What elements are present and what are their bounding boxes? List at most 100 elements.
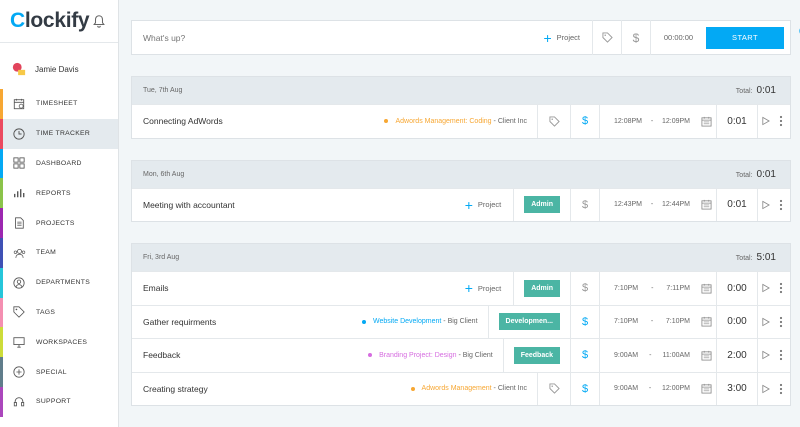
continue-button[interactable]: [758, 350, 772, 360]
add-project-button[interactable]: + Project: [543, 31, 580, 45]
project-color-dot: [410, 386, 415, 391]
sidebar-item-label: TIME TRACKER: [36, 130, 91, 138]
date-picker-button[interactable]: [696, 350, 716, 361]
description-input[interactable]: [132, 32, 544, 43]
entry-project[interactable]: Adwords Management - Client Inc: [410, 385, 527, 392]
more-vertical-icon: [779, 283, 783, 294]
billable-toggle[interactable]: $: [622, 31, 650, 45]
dollar-icon: $: [581, 115, 589, 128]
avatar: [12, 62, 26, 76]
timer-display: 00:00:00: [663, 33, 694, 42]
sidebar-item-label: TEAM: [36, 249, 57, 257]
plus-icon: +: [464, 196, 473, 213]
more-vertical-icon: [779, 350, 783, 361]
sidebar-item-label: SPECIAL: [36, 368, 67, 376]
color-strip: [0, 267, 3, 298]
continue-button[interactable]: [758, 200, 772, 210]
entry-description[interactable]: Connecting AdWords: [143, 116, 223, 126]
entry-tag[interactable]: Developmen...: [498, 313, 560, 331]
entry-time-range[interactable]: 9:00AM -12:00PM: [600, 385, 696, 392]
sidebar-item-tags[interactable]: TAGS: [0, 297, 118, 328]
entry-duration[interactable]: 0:01: [717, 116, 757, 127]
entry-project[interactable]: Branding Project: Design - Big Client: [368, 352, 493, 359]
date-picker-button[interactable]: [696, 383, 716, 394]
sidebar-item-time-tracker[interactable]: TIME TRACKER: [0, 118, 118, 149]
entry-description[interactable]: Meeting with accountant: [143, 200, 235, 210]
color-strip: [0, 178, 3, 209]
sidebar-item-label: WORKSPACES: [36, 338, 88, 346]
billable-toggle[interactable]: $: [571, 282, 599, 294]
entry-description[interactable]: Creating strategy: [143, 384, 208, 394]
date-picker-button[interactable]: [696, 283, 716, 294]
more-menu-button[interactable]: [772, 282, 790, 294]
more-vertical-icon: [779, 116, 783, 127]
more-menu-button[interactable]: [772, 316, 790, 328]
entry-duration[interactable]: 0:00: [717, 316, 757, 327]
project-color-dot: [384, 119, 389, 124]
entry-duration[interactable]: 2:00: [717, 350, 757, 361]
color-strip: [0, 297, 3, 328]
more-menu-button[interactable]: [772, 115, 790, 127]
time-entry-row: Gather requirments Website Development - …: [132, 304, 790, 338]
entry-time-range[interactable]: 12:08PM -12:09PM: [600, 118, 696, 125]
color-strip: [0, 327, 3, 358]
more-menu-button[interactable]: [772, 199, 790, 211]
date-picker-button[interactable]: [696, 116, 716, 127]
entry-tag[interactable]: Admin: [524, 279, 560, 297]
continue-button[interactable]: [758, 317, 772, 327]
entry-description[interactable]: Gather requirments: [143, 317, 216, 327]
add-project-button[interactable]: + Project: [465, 198, 502, 212]
entry-duration[interactable]: 3:00: [717, 383, 757, 394]
continue-button[interactable]: [758, 116, 772, 126]
billable-toggle[interactable]: $: [571, 115, 599, 127]
more-menu-button[interactable]: [772, 349, 790, 361]
continue-button[interactable]: [758, 283, 772, 293]
entry-time-range[interactable]: 9:00AM -11:00AM: [600, 352, 696, 359]
entry-project[interactable]: Adwords Management: Coding - Client Inc: [384, 118, 527, 125]
tag-button[interactable]: [593, 32, 621, 43]
sidebar-item-team[interactable]: TEAM: [0, 237, 118, 268]
billable-toggle[interactable]: $: [571, 383, 599, 395]
continue-button[interactable]: [758, 384, 772, 394]
sidebar-item-reports[interactable]: REPORTS: [0, 178, 118, 209]
bell-icon[interactable]: [92, 14, 106, 28]
add-project-button[interactable]: + Project: [465, 281, 502, 295]
entry-description[interactable]: Emails: [143, 283, 169, 293]
entry-time-range[interactable]: 12:43PM -12:44PM: [600, 201, 696, 208]
sidebar-item-dashboard[interactable]: DASHBOARD: [0, 148, 118, 179]
more-menu-button[interactable]: [772, 383, 790, 395]
entry-time-range[interactable]: 7:10PM -7:11PM: [600, 285, 696, 292]
sidebar-item-projects[interactable]: PROJECTS: [0, 208, 118, 238]
billable-toggle[interactable]: $: [571, 199, 599, 211]
entry-tag[interactable]: Admin: [524, 196, 560, 214]
calendar-icon: [701, 200, 711, 210]
time-entry-row: Feedback Branding Project: Design - Big C…: [132, 338, 790, 372]
entry-tag[interactable]: Feedback: [513, 346, 560, 364]
clockify-logo[interactable]: Clockify: [10, 9, 90, 33]
tag-button[interactable]: [538, 383, 570, 394]
billable-toggle[interactable]: $: [571, 349, 599, 361]
entry-duration[interactable]: 0:01: [717, 199, 757, 210]
start-button[interactable]: START: [706, 26, 784, 49]
user-profile[interactable]: Jamie Davis: [0, 49, 118, 89]
date-picker-button[interactable]: [696, 316, 716, 327]
sidebar-item-departments[interactable]: DEPARTMENTS: [0, 267, 118, 298]
day-date: Fri, 3rd Aug: [143, 254, 180, 261]
time-entry-row: Connecting AdWords Adwords Management: Co…: [132, 104, 790, 138]
sidebar-item-support[interactable]: SUPPORT: [0, 386, 118, 417]
entry-duration[interactable]: 0:00: [717, 283, 757, 294]
timesheet-icon: [12, 97, 26, 111]
sidebar-item-workspaces[interactable]: WORKSPACES: [0, 327, 118, 358]
day-group: Fri, 3rd Aug Total: 5:01 Emails + Project Admi…: [131, 243, 791, 406]
sidebar-item-timesheet[interactable]: TIMESHEET: [0, 89, 118, 119]
entry-project[interactable]: Website Development - Big Client: [361, 318, 478, 325]
tag-icon: [548, 383, 560, 394]
tag-button[interactable]: [538, 116, 570, 127]
dollar-icon: $: [581, 382, 589, 395]
entry-description[interactable]: Feedback: [143, 350, 180, 360]
color-strip: [0, 89, 3, 119]
entry-time-range[interactable]: 7:10PM -7:10PM: [600, 318, 696, 325]
billable-toggle[interactable]: $: [571, 316, 599, 328]
sidebar-item-special[interactable]: SPECIAL: [0, 357, 118, 387]
date-picker-button[interactable]: [696, 199, 716, 210]
